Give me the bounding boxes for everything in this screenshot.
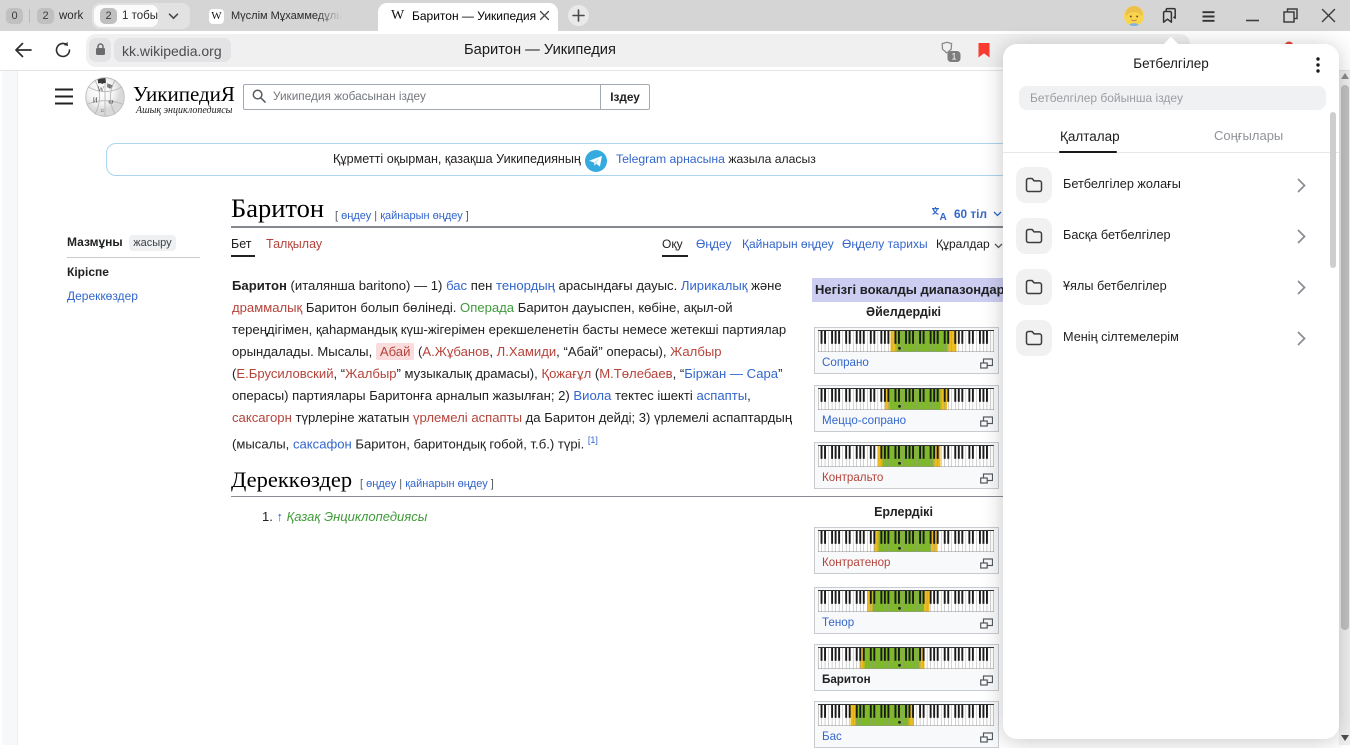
svg-text:Φ: Φ [107, 85, 112, 91]
svg-text:И: И [93, 97, 98, 104]
svg-text:1: 1 [951, 52, 956, 62]
svg-text:ע: ע [101, 108, 104, 114]
svg-text:W: W [98, 87, 105, 94]
svg-text:A: A [940, 212, 947, 221]
svg-text:ω: ω [108, 96, 113, 105]
